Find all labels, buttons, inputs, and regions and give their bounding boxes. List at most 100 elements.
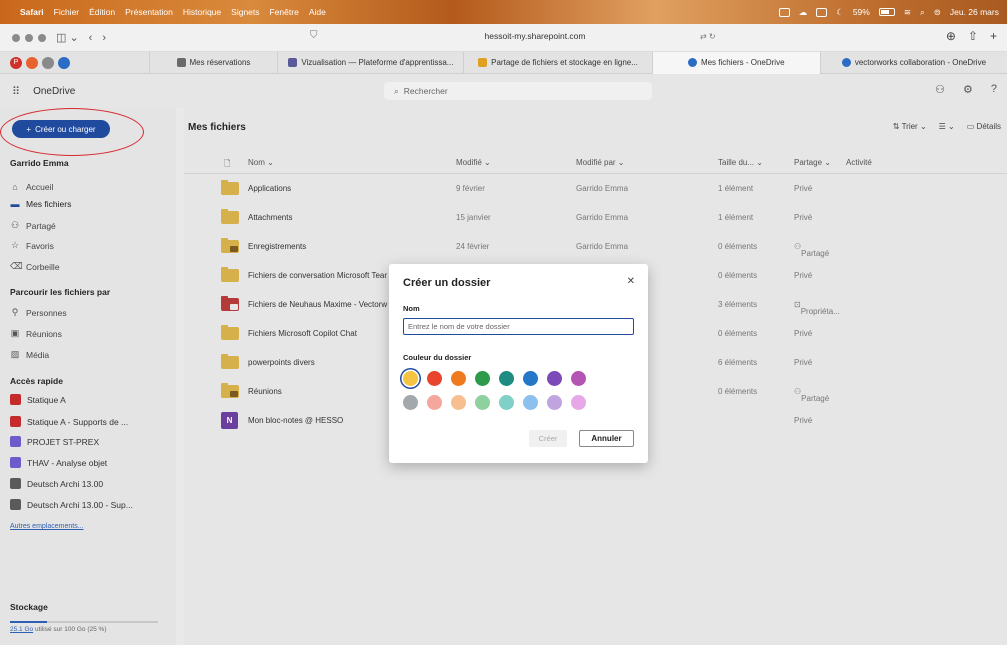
folder-color-swatch[interactable]	[547, 395, 562, 410]
folder-color-swatch[interactable]	[475, 395, 490, 410]
tab-mes-fichiers[interactable]: Mes fichiers - OneDrive	[651, 51, 820, 74]
folder-color-swatch[interactable]	[475, 371, 490, 386]
control-center-icon[interactable]: ⊜	[934, 7, 941, 18]
folder-color-swatch[interactable]	[547, 371, 562, 386]
pinned-onedrive-icon[interactable]	[58, 56, 70, 69]
file-name[interactable]: Mon bloc-notes @ HESSO	[248, 416, 343, 425]
help-icon[interactable]: ?	[991, 83, 997, 96]
sidebar-item-favorites[interactable]: ☆ Favoris	[10, 240, 54, 251]
app-launcher-icon[interactable]: ⠿	[12, 85, 20, 98]
minimize-window-button[interactable]	[25, 33, 33, 42]
folder-color-swatch[interactable]	[403, 371, 418, 386]
quick-access-item[interactable]: PROJET ST-PREX	[10, 436, 99, 447]
status-app-icon[interactable]	[778, 7, 790, 17]
folder-color-swatch[interactable]	[427, 395, 442, 410]
cancel-button[interactable]: Annuler	[579, 430, 634, 447]
status-app-icon-2[interactable]	[816, 7, 828, 17]
close-icon[interactable]: ✕	[627, 276, 635, 287]
shield-icon[interactable]: ⛉	[310, 30, 318, 41]
folder-name-input[interactable]	[403, 318, 634, 335]
menu-bookmarks[interactable]: Signets	[231, 7, 259, 17]
tab-reservations[interactable]: Mes réservations	[148, 51, 278, 74]
wifi-icon[interactable]: ≋	[904, 7, 911, 18]
quick-access-item[interactable]: Deutsch Archi 13.00 - Sup...	[10, 499, 133, 510]
folder-color-swatch[interactable]	[451, 395, 466, 410]
gear-icon[interactable]: ⚙	[963, 83, 973, 96]
quick-access-item[interactable]: Statique A - Supports de ...	[10, 416, 128, 427]
file-name[interactable]: Réunions	[248, 387, 282, 396]
back-icon[interactable]: ‹	[89, 32, 93, 44]
zoom-window-button[interactable]	[38, 33, 46, 42]
quick-access-item[interactable]: Deutsch Archi 13.00	[10, 478, 103, 489]
share-icon[interactable]: ⇧	[968, 29, 978, 43]
sidebar-item-home[interactable]: ⌂ Accueil	[10, 182, 53, 192]
menu-window[interactable]: Fenêtre	[270, 7, 299, 17]
file-name[interactable]: Fichiers de Neuhaus Maxime - Vectorw	[248, 300, 387, 309]
menu-view[interactable]: Présentation	[125, 7, 173, 17]
column-name[interactable]: Nom ⌄	[248, 158, 274, 167]
sort-button[interactable]: ⇅ Trier ⌄	[893, 122, 927, 131]
menu-app[interactable]: Safari	[20, 7, 44, 17]
menu-help[interactable]: Aide	[309, 7, 326, 17]
tab-partage[interactable]: Partage de fichiers et stockage en ligne…	[463, 51, 651, 74]
column-modified-by[interactable]: Modifié par ⌄	[576, 158, 625, 167]
cloud-icon[interactable]: ☁	[799, 7, 808, 18]
column-size[interactable]: Taille du... ⌄	[718, 158, 763, 167]
forward-icon[interactable]: ›	[102, 32, 106, 44]
quick-access-item[interactable]: Statique A	[10, 394, 66, 405]
menu-edit[interactable]: Édition	[89, 7, 115, 17]
search-box[interactable]: ⌕ Rechercher	[384, 82, 652, 100]
battery-icon[interactable]	[878, 8, 895, 16]
moon-icon[interactable]: ☾	[836, 7, 844, 18]
file-name[interactable]: powerpoints divers	[248, 358, 315, 367]
table-row[interactable]: Enregistrements 24 février Garrido Emma …	[184, 235, 1007, 260]
sidebar-item-meetings[interactable]: ▣ Réunions	[10, 328, 62, 339]
create-upload-button[interactable]: + Créer ou charger	[12, 120, 110, 138]
pinned-site-icon-2[interactable]	[42, 56, 54, 69]
reload-icon[interactable]: ⇄ ↻	[700, 32, 716, 41]
tab-vizualisation[interactable]: Vizualisation — Plateforme d'apprentissa…	[277, 51, 463, 74]
pinned-site-icon[interactable]	[26, 56, 38, 69]
people-share-icon[interactable]: ⚇	[935, 83, 945, 96]
file-type-icon[interactable]: 🗋	[224, 158, 230, 172]
sidebar-item-my-files[interactable]: ▬ Mes fichiers	[10, 199, 72, 209]
sidebar-toggle-icon[interactable]: ◫ ⌄	[56, 31, 79, 44]
new-tab-icon[interactable]: +	[990, 29, 997, 43]
file-name[interactable]: Fichiers de conversation Microsoft Tear	[248, 271, 387, 280]
more-places-link[interactable]: Autres emplacements...	[10, 523, 84, 530]
folder-color-swatch[interactable]	[499, 371, 514, 386]
table-row[interactable]: Attachments 15 janvier Garrido Emma 1 él…	[184, 206, 1007, 231]
column-modified[interactable]: Modifié ⌄	[456, 158, 491, 167]
view-options-button[interactable]: ☰ ⌄	[939, 122, 955, 131]
sidebar-item-trash[interactable]: ⌫ Corbeille	[10, 261, 60, 272]
file-name[interactable]: Enregistrements	[248, 242, 306, 251]
folder-color-swatch[interactable]	[523, 371, 538, 386]
pinterest-icon[interactable]: P	[10, 56, 22, 69]
folder-color-swatch[interactable]	[427, 371, 442, 386]
file-name[interactable]: Applications	[248, 184, 291, 193]
storage-used-link[interactable]: 25.1 Go	[10, 626, 33, 633]
tab-vectorworks[interactable]: vectorworks collaboration - OneDrive	[819, 51, 1007, 74]
app-title[interactable]: OneDrive	[33, 86, 75, 97]
sidebar-item-media[interactable]: ▨ Média	[10, 349, 49, 360]
folder-color-swatch[interactable]	[571, 371, 586, 386]
quick-access-item[interactable]: THAV - Analyse objet	[10, 457, 107, 468]
close-window-button[interactable]	[12, 33, 20, 42]
file-name[interactable]: Fichiers Microsoft Copilot Chat	[248, 329, 357, 338]
folder-color-swatch[interactable]	[403, 395, 418, 410]
sidebar-item-people[interactable]: ⚲ Personnes	[10, 307, 67, 318]
details-button[interactable]: ▭ Détails	[967, 122, 1001, 131]
folder-color-swatch[interactable]	[523, 395, 538, 410]
menu-file[interactable]: Fichier	[54, 7, 80, 17]
folder-color-swatch[interactable]	[571, 395, 586, 410]
column-sharing[interactable]: Partage ⌄	[794, 158, 831, 167]
file-name[interactable]: Attachments	[248, 213, 292, 222]
address-bar[interactable]: hessoit-my.sharepoint.com	[470, 31, 600, 41]
download-icon[interactable]: ⊕	[946, 29, 956, 43]
folder-color-swatch[interactable]	[451, 371, 466, 386]
clock[interactable]: Jeu. 26 mars	[950, 7, 999, 17]
create-button[interactable]: Créer	[529, 430, 567, 447]
table-row[interactable]: Applications 9 février Garrido Emma 1 él…	[184, 177, 1007, 202]
folder-color-swatch[interactable]	[499, 395, 514, 410]
menu-history[interactable]: Historique	[183, 7, 221, 17]
